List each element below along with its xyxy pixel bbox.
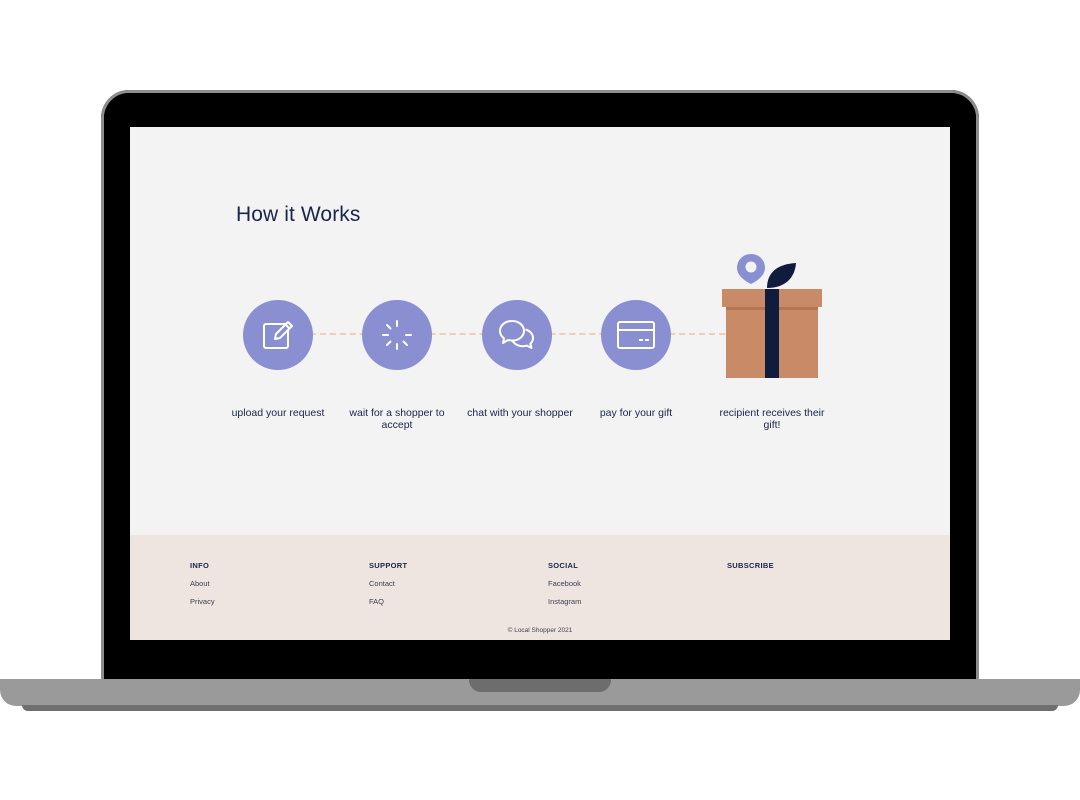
footer-col-support: SUPPORT Contact FAQ — [369, 561, 529, 615]
footer-support-title: SUPPORT — [369, 561, 408, 570]
footer-col-social: SOCIAL Facebook Instagram — [548, 561, 708, 615]
footer-col-subscribe: SUBSCRIBE — [727, 561, 887, 579]
laptop-screen: How it Works upload your request wait fo… — [130, 127, 950, 640]
footer-copyright: © Local Shopper 2021 — [507, 627, 573, 634]
footer-link-instagram[interactable]: Instagram — [548, 597, 708, 606]
step-pay-label: pay for your gift — [599, 407, 673, 419]
chat-bubbles-icon — [499, 320, 534, 349]
footer-subscribe-title[interactable]: SUBSCRIBE — [727, 561, 887, 570]
footer-info-title: INFO — [190, 561, 210, 570]
footer-link-contact[interactable]: Contact — [369, 579, 529, 588]
page-title: How it Works — [236, 203, 361, 226]
site-footer: INFO About Privacy SUPPORT Contact FAQ S… — [130, 535, 950, 640]
laptop-base-shadow — [22, 705, 1058, 711]
step-receive-label: recipient receives their gift! — [719, 407, 825, 431]
loading-spinner-icon — [382, 320, 412, 350]
edit-icon — [263, 321, 293, 349]
step-upload-circle — [243, 300, 313, 370]
step-pay-circle — [601, 300, 671, 370]
step-wait-circle — [362, 300, 432, 370]
step-upload-label: upload your request — [231, 407, 325, 419]
step-wait-label: wait for a shopper to accept — [349, 407, 445, 431]
footer-link-about[interactable]: About — [190, 579, 350, 588]
footer-col-info: INFO About Privacy — [190, 561, 350, 615]
footer-link-facebook[interactable]: Facebook — [548, 579, 708, 588]
laptop-notch — [469, 679, 611, 692]
footer-social-title: SOCIAL — [548, 561, 579, 570]
step-chat-label: chat with your shopper — [467, 407, 573, 419]
credit-card-icon — [617, 321, 655, 349]
gift-box-icon — [722, 254, 822, 378]
footer-link-faq[interactable]: FAQ — [369, 597, 529, 606]
step-chat-circle — [482, 300, 552, 370]
footer-link-privacy[interactable]: Privacy — [190, 597, 350, 606]
